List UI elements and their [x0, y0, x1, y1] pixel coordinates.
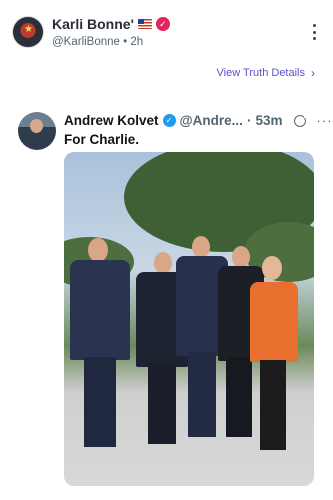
person-legs — [188, 352, 216, 437]
person-suit — [70, 260, 130, 360]
post-header: ★ Karli Bonne' ✓ @KarliBonne • 2h — [0, 0, 333, 60]
more-options-icon[interactable] — [313, 24, 317, 40]
avatar[interactable]: ★ — [12, 16, 44, 48]
person-legs — [260, 360, 286, 450]
handle-row: @KarliBonne • 2h — [52, 36, 143, 48]
person-legs — [226, 357, 252, 437]
person-legs — [84, 357, 116, 447]
person-head — [154, 252, 172, 274]
post-age: 2h — [130, 36, 144, 48]
grok-icon[interactable] — [294, 113, 309, 127]
display-name[interactable]: Karli Bonne' — [52, 16, 134, 32]
quoted-post[interactable]: Andrew Kolvet ✓ @Andre... · 53m ··· For … — [18, 112, 331, 492]
chevron-right-icon: › — [311, 66, 315, 80]
handle[interactable]: @KarliBonne — [52, 36, 120, 48]
quoted-avatar[interactable] — [18, 112, 56, 150]
separator-dot: · — [246, 113, 252, 128]
view-truth-details-link[interactable]: View Truth Details › — [217, 66, 315, 80]
quoted-text: For Charlie. — [64, 132, 140, 147]
quoted-handle[interactable]: @Andre... — [180, 113, 243, 128]
separator-dot: • — [123, 36, 128, 48]
person-head — [192, 236, 210, 258]
verified-badge-icon: ✓ — [162, 114, 176, 127]
post-photo[interactable] — [64, 152, 314, 486]
us-flag-icon — [137, 19, 152, 29]
view-truth-details-label: View Truth Details — [216, 67, 305, 79]
more-options-icon[interactable]: ··· — [316, 113, 332, 128]
person-head — [88, 238, 108, 262]
quoted-time: 53m — [255, 113, 283, 128]
person-suit — [250, 282, 298, 362]
verified-badge-icon: ✓ — [155, 17, 170, 31]
author-name-row: Karli Bonne' ✓ — [52, 16, 170, 32]
person-head — [232, 246, 250, 268]
quoted-display-name[interactable]: Andrew Kolvet — [64, 113, 159, 128]
person-legs — [148, 364, 176, 444]
star-icon: ★ — [24, 24, 33, 35]
quoted-author-row: Andrew Kolvet ✓ @Andre... · 53m ··· — [64, 113, 332, 128]
person-head — [262, 256, 282, 280]
